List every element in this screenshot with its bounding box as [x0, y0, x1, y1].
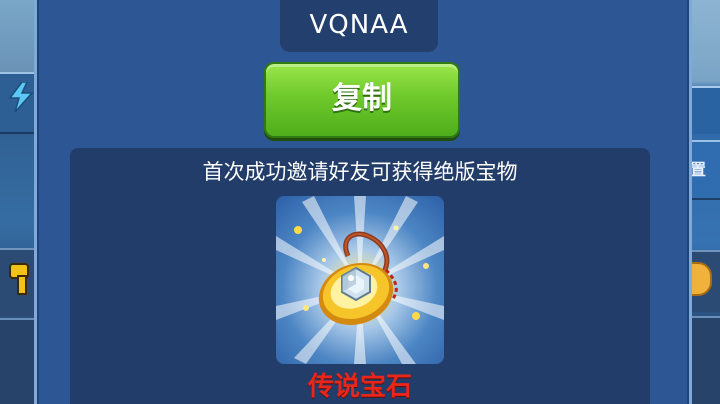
reward-item-frame — [276, 196, 444, 364]
reward-section: 首次成功邀请好友可获得绝版宝物 传说宝石 — [70, 148, 650, 404]
reward-title: 首次成功邀请好友可获得绝版宝物 — [202, 160, 518, 184]
game-screen: 置 VQNAA 复制 首次成功邀请好友可获得绝版宝物 传说宝石 — [0, 0, 720, 404]
reward-item-name: 传说宝石 — [307, 372, 412, 402]
copy-button[interactable]: 复制 — [264, 62, 460, 138]
background-label: 置 — [689, 160, 706, 179]
legendary-gem-icon — [276, 196, 444, 364]
lightning-icon — [8, 82, 34, 112]
invite-code: VQNAA — [280, 0, 438, 52]
